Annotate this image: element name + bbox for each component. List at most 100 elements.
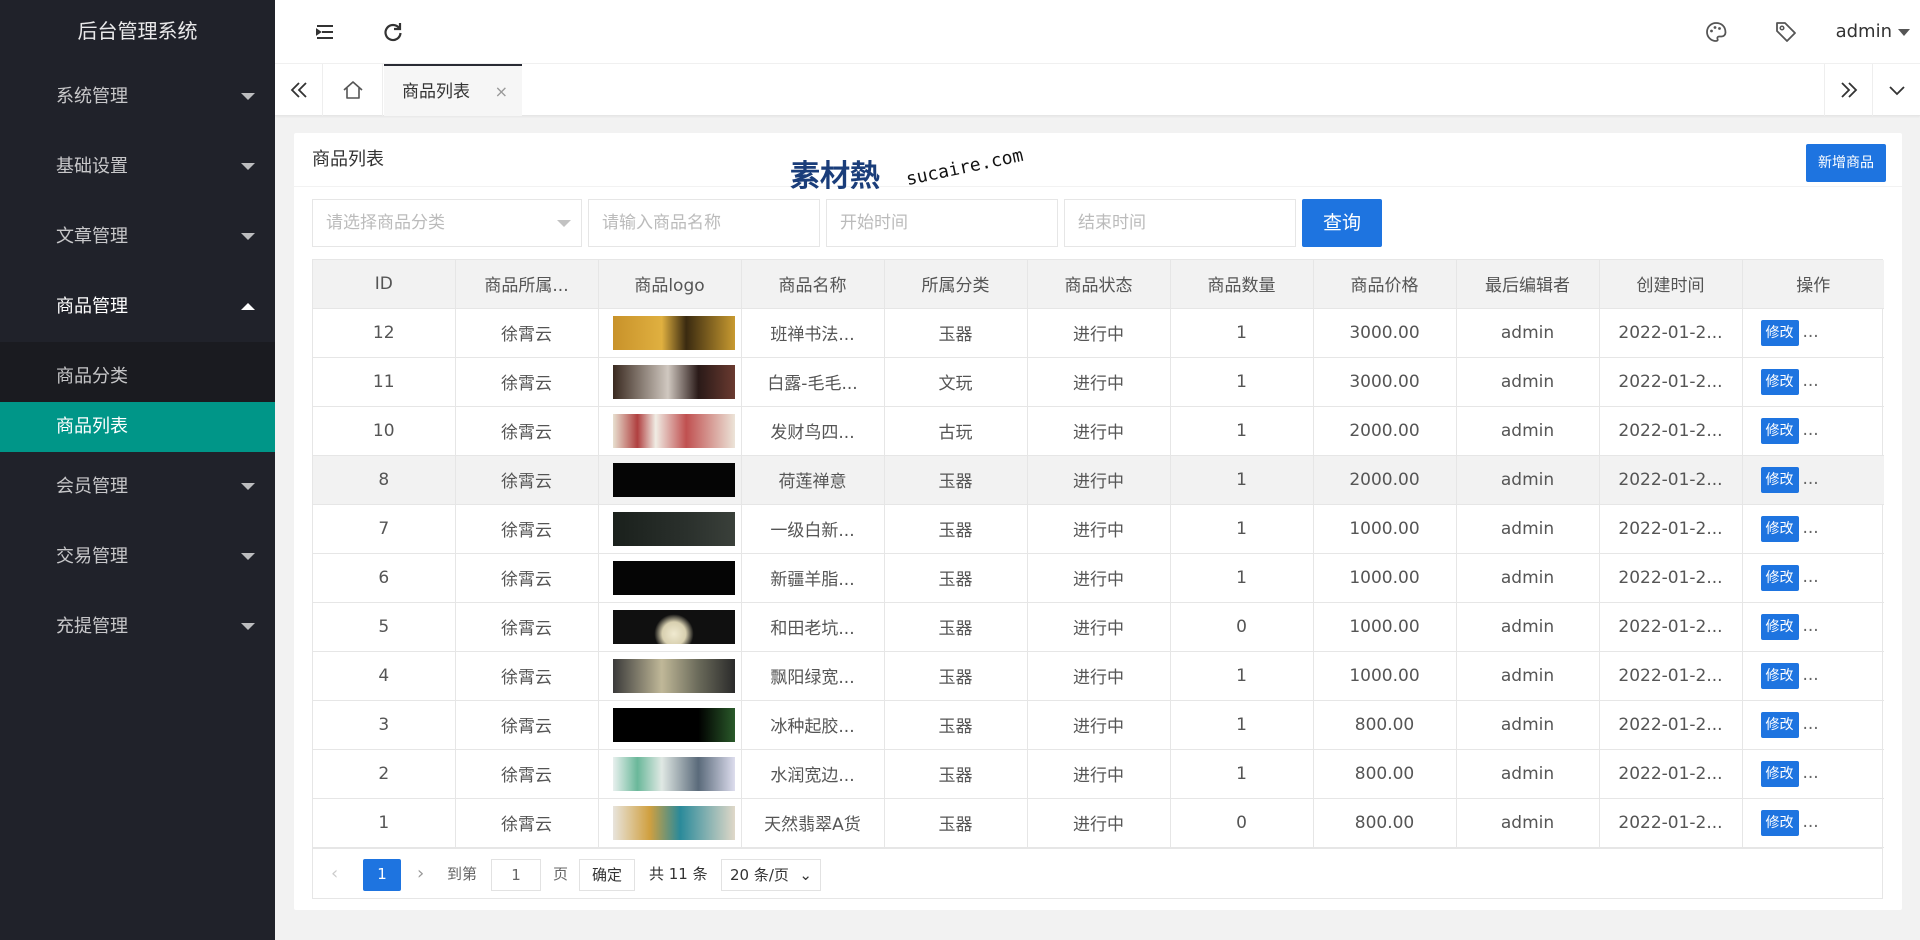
goto-confirm-button[interactable]: 确定 [579,858,635,891]
edit-button[interactable]: 修改 [1760,711,1799,738]
home-icon[interactable] [323,64,383,116]
edit-button[interactable]: 修改 [1760,809,1799,836]
user-menu[interactable]: admin [1836,0,1914,64]
col-header-status[interactable]: 商品状态 [1027,260,1171,309]
sidebar-item-label: 文章管理 [56,226,128,247]
close-icon[interactable]: × [495,66,508,118]
more-actions[interactable]: ... [1803,763,1819,783]
product-logo-image[interactable] [612,707,735,742]
table-row[interactable]: 4 徐霄云 飘阳绿宽... 玉器 进行中 1 1000.00 admin 2022-01-2..… [313,651,1884,701]
table-row[interactable]: 10 徐霄云 发财鸟四... 古玩 进行中 1 2000.00 admin 2022-01-2.… [313,406,1884,456]
next-page-icon[interactable]: › [417,859,424,891]
menu-toggle-icon[interactable] [311,18,339,46]
cell-status: 进行中 [1027,602,1171,652]
chevron-down-icon: ⌄ [799,865,812,884]
sidebar-item-trades[interactable]: 交易管理 [0,522,275,592]
refresh-icon[interactable] [379,18,407,46]
col-header-created[interactable]: 创建时间 [1599,260,1743,309]
product-logo-image[interactable] [612,756,735,791]
sidebar-item-system[interactable]: 系统管理 [0,62,275,132]
edit-button[interactable]: 修改 [1760,613,1799,640]
table-row[interactable]: 11 徐霄云 白露-毛毛... 文玩 进行中 1 3000.00 admin 2022-01-2… [313,357,1884,407]
cell-quantity: 1 [1170,700,1314,750]
cell-actions: 修改... [1742,406,1884,456]
prev-page-icon[interactable]: ‹ [331,859,338,891]
product-logo-image[interactable] [612,511,735,546]
tabs-scroll-right-icon[interactable] [1824,64,1872,116]
more-actions[interactable]: ... [1803,469,1819,489]
table-row[interactable]: 12 徐霄云 班禅书法... 玉器 进行中 1 3000.00 admin 2022-01-2.… [313,308,1884,358]
tab-product-list[interactable]: 商品列表 × [384,64,522,116]
more-actions[interactable]: ... [1803,420,1819,440]
edit-button[interactable]: 修改 [1760,662,1799,689]
product-name-input[interactable]: 请输入商品名称 [588,199,820,247]
col-header-category[interactable]: 所属分类 [884,260,1028,309]
tag-icon[interactable] [1772,18,1800,46]
page-size-select[interactable]: 20 条/页 ⌄ [721,858,821,891]
table-row[interactable]: 7 徐霄云 一级白新... 玉器 进行中 1 1000.00 admin 2022-01-2..… [313,504,1884,554]
table-row[interactable]: 5 徐霄云 和田老坑... 玉器 进行中 0 1000.00 admin 2022-01-2..… [313,602,1884,652]
start-date-input[interactable]: 开始时间 [826,199,1058,247]
cell-quantity: 1 [1170,651,1314,701]
col-header-price[interactable]: 商品价格 [1313,260,1457,309]
sidebar-item-product-list[interactable]: 商品列表 [0,402,275,452]
user-name: admin [1835,21,1892,42]
cell-editor: admin [1456,553,1600,603]
edit-button[interactable]: 修改 [1760,564,1799,591]
product-logo-image[interactable] [612,364,735,399]
col-header-quantity[interactable]: 商品数量 [1170,260,1314,309]
add-product-button[interactable]: 新增商品 [1806,144,1886,182]
sidebar-item-deposit-withdraw[interactable]: 充提管理 [0,592,275,662]
cell-editor: admin [1456,651,1600,701]
sidebar-item-basic-settings[interactable]: 基础设置 [0,132,275,202]
more-actions[interactable]: ... [1803,567,1819,587]
product-list-card: 商品列表 新增商品 请选择商品分类 请输入商品名称 开始时间 结束时间 查询 I… [294,133,1902,910]
search-button[interactable]: 查询 [1302,199,1382,247]
product-logo-image[interactable] [612,462,735,497]
product-logo-image[interactable] [612,315,735,350]
table-row[interactable]: 6 徐霄云 新疆羊脂... 玉器 进行中 1 1000.00 admin 2022-01-2..… [313,553,1884,603]
col-header-editor[interactable]: 最后编辑者 [1456,260,1600,309]
end-date-input[interactable]: 结束时间 [1064,199,1296,247]
goto-page-input[interactable]: 1 [491,858,541,891]
col-header-id[interactable]: ID [313,260,456,309]
edit-button[interactable]: 修改 [1760,319,1799,346]
col-header-logo[interactable]: 商品logo [598,260,742,309]
page-number-current[interactable]: 1 [363,858,401,891]
table-row[interactable]: 2 徐霄云 水润宽边... 玉器 进行中 1 800.00 admin 2022-01-2...… [313,749,1884,799]
cell-name: 新疆羊脂... [741,553,885,603]
cell-actions: 修改... [1742,602,1884,652]
edit-button[interactable]: 修改 [1760,466,1799,493]
col-header-owner[interactable]: 商品所属... [455,260,599,309]
cell-price: 800.00 [1313,700,1457,750]
col-header-name[interactable]: 商品名称 [741,260,885,309]
sidebar-item-members[interactable]: 会员管理 [0,452,275,522]
table-row[interactable]: 3 徐霄云 冰种起胶... 玉器 进行中 1 800.00 admin 2022-01-2...… [313,700,1884,750]
tabs-scroll-left-icon[interactable] [275,64,323,116]
product-logo-image[interactable] [612,609,735,644]
product-logo-image[interactable] [612,413,735,448]
more-actions[interactable]: ... [1803,322,1819,342]
sidebar-item-products[interactable]: 商品管理 [0,272,275,342]
more-actions[interactable]: ... [1803,371,1819,391]
table-row[interactable]: 8 徐霄云 荷莲禅意 玉器 进行中 1 2000.00 admin 2022-01-2... 修改… [313,455,1884,505]
table-row[interactable]: 1 徐霄云 天然翡翠A货 玉器 进行中 0 800.00 admin 2022-01-2... 修… [313,798,1884,848]
edit-button[interactable]: 修改 [1760,515,1799,542]
tabs-menu-chevron-down-icon[interactable] [1872,64,1920,116]
category-select[interactable]: 请选择商品分类 [312,199,582,247]
more-actions[interactable]: ... [1803,665,1819,685]
theme-palette-icon[interactable] [1702,18,1730,46]
sidebar-item-articles[interactable]: 文章管理 [0,202,275,272]
edit-button[interactable]: 修改 [1760,760,1799,787]
more-actions[interactable]: ... [1803,518,1819,538]
cell-owner: 徐霄云 [455,798,599,848]
product-logo-image[interactable] [612,560,735,595]
more-actions[interactable]: ... [1803,714,1819,734]
edit-button[interactable]: 修改 [1760,368,1799,395]
sidebar-item-product-category[interactable]: 商品分类 [0,352,275,402]
product-logo-image[interactable] [612,658,735,693]
edit-button[interactable]: 修改 [1760,417,1799,444]
product-logo-image[interactable] [612,805,735,840]
more-actions[interactable]: ... [1803,616,1819,636]
more-actions[interactable]: ... [1803,812,1819,832]
